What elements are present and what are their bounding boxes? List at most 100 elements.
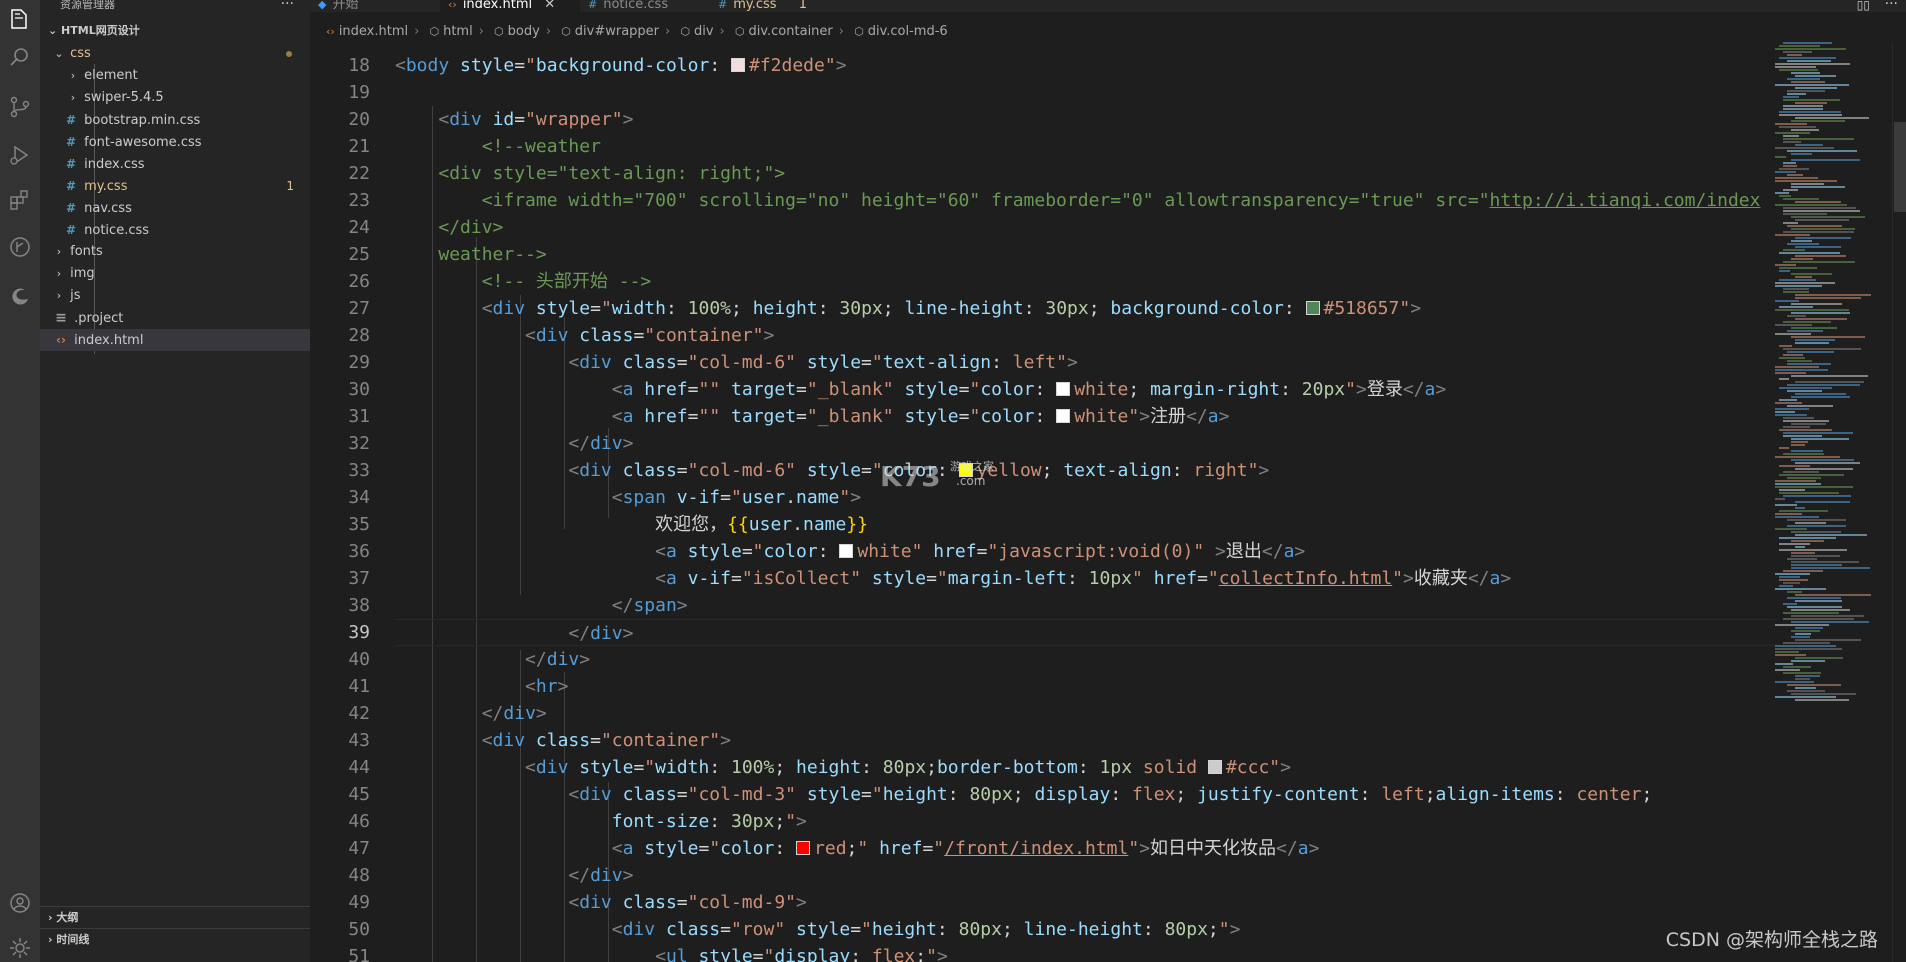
- tree-file-index-css[interactable]: # index.css: [40, 153, 310, 175]
- color-swatch[interactable]: [1305, 301, 1320, 315]
- element-icon: ⬡: [734, 25, 745, 38]
- minimap-line: [1775, 504, 1797, 506]
- minimap-line: [1775, 654, 1806, 656]
- minimap-line: [1783, 291, 1809, 293]
- explorer-icon[interactable]: [0, 0, 40, 40]
- breadcrumb-item[interactable]: body: [508, 24, 540, 39]
- minimap-line: [1779, 474, 1844, 476]
- minimap-line: [1791, 327, 1837, 329]
- breadcrumb-item[interactable]: div#wrapper: [575, 24, 659, 39]
- minimap-line: [1795, 75, 1836, 77]
- minimap-line: [1787, 315, 1806, 317]
- root-folder-label: HTML网页设计: [61, 24, 140, 37]
- outline-section[interactable]: › 大纲: [40, 906, 310, 928]
- minimap-line: [1791, 438, 1849, 440]
- tree-item-label: font-awesome.css: [84, 135, 202, 150]
- minimap-line: [1795, 237, 1851, 239]
- minimap-line: [1791, 396, 1850, 398]
- source-control-icon[interactable]: [0, 87, 40, 127]
- breadcrumb-item[interactable]: div: [694, 24, 714, 39]
- tree-file-index-html[interactable]: ‹› index.html: [40, 329, 310, 351]
- tree-file-nav-css[interactable]: # nav.css: [40, 197, 310, 219]
- tab-welcome[interactable]: ◆ 开始: [310, 0, 440, 12]
- minimap-line: [1775, 156, 1786, 158]
- minimap-line: [1795, 462, 1860, 464]
- color-swatch[interactable]: [1056, 409, 1071, 423]
- tree-file-project[interactable]: ≡ .project: [40, 307, 310, 329]
- search-icon[interactable]: [0, 37, 40, 77]
- settings-gear-icon[interactable]: [0, 928, 40, 962]
- breadcrumb-item[interactable]: index.html: [339, 24, 408, 39]
- minimap-line: [1783, 612, 1839, 614]
- extensions-icon[interactable]: [0, 180, 40, 220]
- minimap-line: [1783, 213, 1827, 215]
- tree-folder-css[interactable]: ⌄ css: [40, 43, 310, 65]
- line-number: 36: [348, 541, 370, 562]
- line-number: 51: [348, 946, 370, 962]
- minimap-line: [1779, 378, 1789, 380]
- minimap-line: [1791, 621, 1869, 623]
- close-icon[interactable]: ✕: [544, 0, 555, 12]
- minimap-line: [1779, 387, 1832, 389]
- code-editor[interactable]: <body style="background-color: #f2dede">…: [395, 52, 1775, 962]
- minimap-line: [1775, 498, 1785, 500]
- tree-file-notice-css[interactable]: # notice.css: [40, 219, 310, 241]
- chevron-down-icon: ⌄: [48, 24, 62, 37]
- split-editor-icon[interactable]: ▯▯: [1857, 0, 1870, 12]
- minimap-line: [1795, 522, 1826, 524]
- breadcrumb-item[interactable]: div.col-md-6: [868, 24, 948, 39]
- tree-folder-img[interactable]: › img: [40, 263, 310, 285]
- account-icon[interactable]: [0, 883, 40, 923]
- minimap-line: [1779, 576, 1800, 578]
- tree-folder-element[interactable]: › element: [40, 65, 310, 87]
- tab-my-css[interactable]: # my.css 1: [710, 0, 840, 12]
- tab-index-html[interactable]: ‹› index.html ✕: [440, 0, 580, 12]
- scrollbar-thumb[interactable]: [1894, 122, 1906, 212]
- timeline-section[interactable]: › 时间线: [40, 928, 310, 950]
- timeline-icon[interactable]: [0, 227, 40, 267]
- tree-folder-fonts[interactable]: › fonts: [40, 241, 310, 263]
- tree-file-bootstrap[interactable]: # bootstrap.min.css: [40, 109, 310, 131]
- tree-item-label: js: [70, 288, 81, 303]
- vertical-scrollbar[interactable]: [1892, 42, 1906, 962]
- minimap-line: [1783, 96, 1799, 98]
- watermark-domain: .com: [956, 474, 986, 488]
- run-debug-icon[interactable]: [0, 135, 40, 175]
- css-file-icon: #: [65, 157, 77, 171]
- breadcrumb-item[interactable]: html: [443, 24, 473, 39]
- color-swatch[interactable]: [1207, 760, 1222, 774]
- minimap-line: [1779, 357, 1805, 359]
- color-swatch[interactable]: [731, 58, 745, 72]
- minimap-line: [1779, 345, 1792, 347]
- minimap-line: [1775, 333, 1811, 335]
- minimap-line: [1783, 108, 1823, 110]
- root-folder[interactable]: ⌄ HTML网页设计: [40, 20, 310, 42]
- minimap-line: [1783, 105, 1823, 107]
- tree-folder-js[interactable]: › js: [40, 285, 310, 307]
- tree-file-my-css[interactable]: # my.css 1: [40, 175, 310, 197]
- more-actions-button[interactable]: ···: [281, 0, 294, 12]
- edge-icon[interactable]: [0, 277, 40, 317]
- code-line-51: <ul style="display: flex;">: [655, 946, 948, 962]
- code-line-22: <div style="text-align: right;">: [438, 163, 786, 184]
- tab-notice-css[interactable]: # notice.css: [580, 0, 710, 12]
- minimap-line: [1783, 198, 1819, 200]
- minimap-line: [1787, 93, 1806, 95]
- color-swatch[interactable]: [796, 841, 811, 855]
- minimap-line: [1783, 420, 1829, 422]
- line-number: 37: [348, 568, 370, 589]
- minimap-line: [1783, 417, 1814, 419]
- line-number: 20: [348, 109, 370, 130]
- css-file-icon: #: [65, 179, 77, 193]
- more-actions-button[interactable]: ···: [1885, 0, 1898, 12]
- tree-file-font-awesome[interactable]: # font-awesome.css: [40, 131, 310, 153]
- minimap-line: [1783, 666, 1811, 668]
- minimap[interactable]: [1775, 42, 1885, 742]
- minimap-line: [1791, 129, 1819, 131]
- color-swatch[interactable]: [839, 544, 854, 558]
- tab-label: index.html: [462, 0, 533, 12]
- tree-folder-swiper[interactable]: › swiper-5.4.5: [40, 87, 310, 109]
- breadcrumb-item[interactable]: div.container: [748, 24, 832, 39]
- color-swatch[interactable]: [1056, 382, 1071, 396]
- tree-item-label: css: [70, 46, 91, 61]
